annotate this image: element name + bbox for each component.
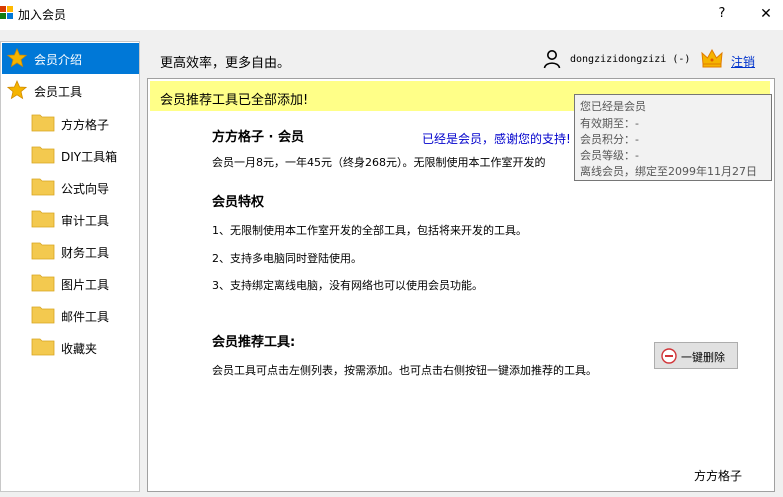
tool-item-label: 收藏夹 [61,342,98,356]
privilege-item: 2、支持多电脑同时登陆使用。 [212,252,362,265]
privilege-item: 1、无限制使用本工作室开发的全部工具，包括将来开发的工具。 [212,224,527,237]
help-button[interactable]: ? [712,4,732,24]
username: dongzizidongzizi (-) [570,54,691,65]
folder-icon [31,210,55,228]
slogan: 更高效率，更多自由。 [160,56,291,71]
sidebar-item-label: 会员工具 [34,85,83,99]
minus-circle-icon [661,348,677,364]
title-bar: 加入会员 ? ✕ [0,0,783,30]
crown-icon [701,48,723,68]
tool-item-label: 财务工具 [61,246,110,260]
star-icon [7,80,27,100]
sidebar-item-member-intro[interactable]: 会员介绍 [2,43,139,74]
tool-item-label: DIY工具箱 [61,150,118,164]
folder-icon [31,338,55,356]
sidebar: 会员介绍 会员工具 方方格子 DIY工具箱 公式向导 审计工具 财务工具 图片工… [0,41,140,492]
folder-icon [31,306,55,324]
product-title: 方方格子 · 会员 [212,130,304,145]
tool-item-label: 邮件工具 [61,310,110,324]
tool-item-formula-wizard[interactable]: 公式向导 [31,175,136,199]
tool-item-label: 公式向导 [61,182,110,196]
tool-item-finance-tools[interactable]: 财务工具 [31,239,136,263]
privileges-title: 会员特权 [212,195,265,210]
tooltip-line: 离线会员，绑定至2099年11月27日 [580,165,757,178]
tooltip-line: 您已经是会员 [580,100,646,113]
member-info-tooltip: 您已经是会员 有效期至：- 会员积分：- 会员等级：- 离线会员，绑定至2099… [574,94,772,181]
app-icon [0,6,14,20]
recommended-desc: 会员工具可点击左侧列表，按需添加。也可点击右侧按钮一键添加推荐的工具。 [212,364,597,377]
delete-button-label: 一键删除 [681,351,725,364]
tool-item-audit-tools[interactable]: 审计工具 [31,207,136,231]
star-icon [7,48,27,68]
user-icon [543,50,561,69]
window-title: 加入会员 [18,8,67,22]
folder-icon [31,274,55,292]
tooltip-line: 会员积分：- [580,133,639,146]
tool-item-diy-toolbox[interactable]: DIY工具箱 [31,143,136,167]
recommended-title: 会员推荐工具: [212,335,296,350]
logout-link[interactable]: 注销 [731,53,755,70]
tooltip-line: 有效期至：- [580,117,639,130]
privilege-item: 3、支持绑定离线电脑，没有网络也可以使用会员功能。 [212,279,483,292]
sidebar-item-label: 会员介绍 [34,53,83,67]
tool-item-label: 审计工具 [61,214,110,228]
close-button[interactable]: ✕ [755,4,777,24]
tool-item-fangfanggezi[interactable]: 方方格子 [31,111,136,135]
tool-item-label: 图片工具 [61,278,110,292]
tooltip-line: 会员等级：- [580,149,639,162]
sidebar-item-member-tools[interactable]: 会员工具 [2,75,139,106]
tool-item-mail-tools[interactable]: 邮件工具 [31,303,136,327]
tool-item-label: 方方格子 [61,118,110,132]
one-click-delete-button[interactable]: 一键删除 [654,342,738,369]
tool-item-favorites[interactable]: 收藏夹 [31,335,136,359]
folder-icon [31,178,55,196]
folder-icon [31,242,55,260]
banner-text: 会员推荐工具已全部添加! [160,93,309,108]
folder-icon [31,146,55,164]
price-text: 会员一月8元，一年45元（终身268元）。无限制使用本工作室开发的 [212,156,546,169]
folder-icon [31,114,55,132]
tool-item-image-tools[interactable]: 图片工具 [31,271,136,295]
footer-brand: 方方格子 [694,469,743,483]
thanks-message: 已经是会员，感谢您的支持! [422,132,571,146]
